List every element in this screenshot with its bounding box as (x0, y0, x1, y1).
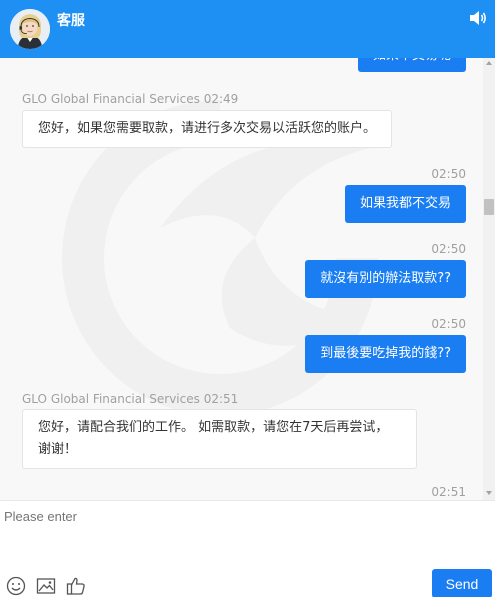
message-input[interactable] (4, 509, 484, 559)
message-meta: GLO Global Financial Services 02:51 (22, 392, 238, 406)
message-time: 02:50 (431, 242, 466, 256)
message-time: 02:51 (431, 485, 466, 499)
message-time: 02:50 (431, 317, 466, 331)
message-list[interactable]: 如果不交易呢 GLO Global Financial Services 02:… (0, 58, 483, 500)
send-button[interactable]: Send (432, 569, 492, 597)
message-bubble-outgoing: 到最後要吃掉我的錢?? (305, 335, 466, 373)
thumbs-up-icon[interactable] (66, 576, 86, 596)
header-title: 客服 (57, 13, 85, 29)
message-bubble-incoming: 您好，请配合我们的工作。 如需取款，请您在7天后再尝试，谢谢！ (22, 409, 417, 469)
message-time: 02:50 (431, 167, 466, 181)
sender-name: GLO Global Financial Services (22, 392, 200, 406)
message-bubble-outgoing: 如果不交易呢 (357, 58, 466, 72)
emoji-icon[interactable] (6, 576, 26, 596)
speaker-icon[interactable] (469, 10, 487, 26)
chat-scrollbar[interactable] (483, 58, 495, 500)
message-meta: GLO Global Financial Services 02:49 (22, 92, 238, 106)
sender-name: GLO Global Financial Services (22, 92, 200, 106)
composer: Send (0, 500, 495, 597)
agent-avatar (10, 9, 50, 49)
scroll-thumb[interactable] (484, 199, 494, 215)
chat-header: 客服 (0, 0, 495, 58)
message-bubble-incoming: 您好，如果您需要取款，请进行多次交易以活跃您的账户。 (22, 110, 393, 148)
message-bubble-outgoing: 就沒有別的辦法取款?? (305, 260, 466, 298)
scroll-up-arrow-icon[interactable] (486, 61, 492, 65)
message-time: 02:51 (203, 392, 239, 406)
message-time: 02:49 (203, 92, 239, 106)
message-bubble-outgoing: 如果我都不交易 (344, 185, 466, 223)
image-icon[interactable] (36, 576, 56, 596)
scroll-down-arrow-icon[interactable] (486, 491, 492, 495)
